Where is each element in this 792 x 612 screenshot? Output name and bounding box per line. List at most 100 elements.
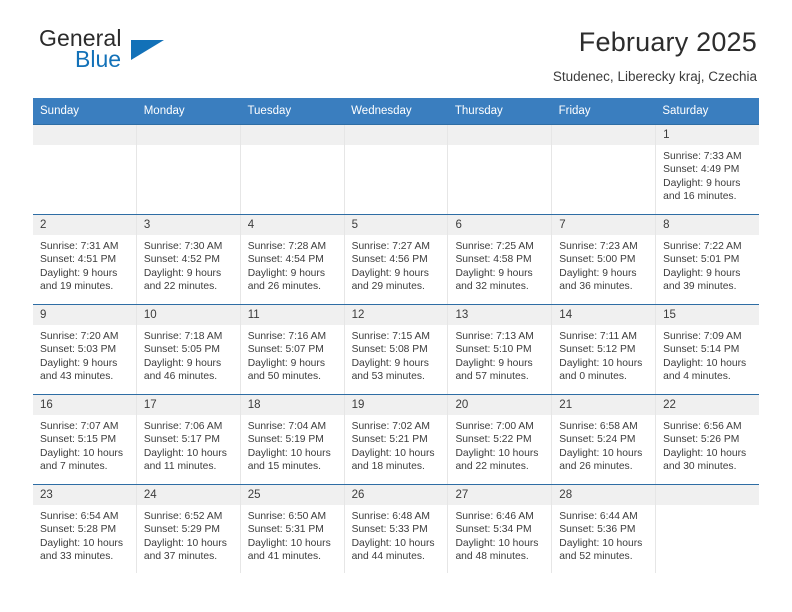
day-number: 8 <box>656 215 760 235</box>
sunrise-text: Sunrise: 7:15 AM <box>351 331 430 342</box>
day-number: 23 <box>33 485 136 505</box>
dow-sunday: Sunday <box>40 105 80 117</box>
day-number <box>552 125 656 145</box>
day-number: 26 <box>344 485 448 505</box>
calendar-day-cell[interactable]: 25 Sunrise: 6:50 AM Sunset: 5:31 PM Dayligh… <box>239 485 344 573</box>
sunrise-text: Sunrise: 6:54 AM <box>40 511 119 522</box>
daylight-text-line1: Daylight: 10 hours <box>143 537 227 549</box>
calendar-day-cell[interactable]: 4 Sunrise: 7:28 AM Sunset: 4:54 PM Daylight… <box>239 215 344 304</box>
calendar-day-cell-empty <box>135 125 240 214</box>
daylight-text-line1: Daylight: 10 hours <box>40 537 123 549</box>
daylight-text-line2: and 46 minutes. <box>143 371 218 383</box>
sunrise-text: Sunrise: 6:46 AM <box>455 511 534 522</box>
calendar-day-cell[interactable]: 8 Sunrise: 7:22 AM Sunset: 5:01 PM Daylight… <box>655 215 760 304</box>
sunrise-text: Sunrise: 7:33 AM <box>663 151 742 162</box>
calendar-day-cell[interactable]: 19 Sunrise: 7:02 AM Sunset: 5:21 PM Dayligh… <box>343 395 448 484</box>
calendar-day-cell[interactable]: 10 Sunrise: 7:18 AM Sunset: 5:05 PM Dayligh… <box>135 305 240 394</box>
sunset-text: Sunset: 4:51 PM <box>40 254 117 266</box>
calendar-day-cell[interactable]: 12 Sunrise: 7:15 AM Sunset: 5:08 PM Dayligh… <box>343 305 448 394</box>
dow-monday: Monday <box>143 105 185 117</box>
daylight-text-line1: Daylight: 10 hours <box>247 537 331 549</box>
sunset-text: Sunset: 5:36 PM <box>559 524 636 536</box>
dow-thursday: Thursday <box>454 105 503 117</box>
sunrise-text: Sunrise: 7:28 AM <box>247 241 327 252</box>
sunset-text: Sunset: 5:00 PM <box>559 254 636 266</box>
sunrise-text: Sunrise: 7:22 AM <box>663 241 742 252</box>
day-number: 10 <box>136 305 240 325</box>
calendar-day-cell[interactable]: 21 Sunrise: 6:58 AM Sunset: 5:24 PM Dayligh… <box>551 395 656 484</box>
sunrise-text: Sunrise: 6:48 AM <box>351 511 430 522</box>
day-details: Sunrise: 7:15 AM Sunset: 5:08 PM Daylight:… <box>345 325 448 384</box>
daylight-text-line1: Daylight: 9 hours <box>663 177 741 189</box>
day-number <box>136 125 240 145</box>
daylight-text-line1: Daylight: 10 hours <box>40 447 123 459</box>
day-number: 11 <box>240 305 344 325</box>
day-number: 25 <box>240 485 344 505</box>
sunrise-text: Sunrise: 7:13 AM <box>455 331 534 342</box>
calendar-body: 1 Sunrise: 7:33 AM Sunset: 4:49 PM Daylight… <box>33 124 760 574</box>
calendar-day-cell[interactable]: 1 Sunrise: 7:33 AM Sunset: 4:49 PM Daylight… <box>655 125 760 214</box>
calendar-day-cell[interactable]: 20 Sunrise: 7:00 AM Sunset: 5:22 PM Dayligh… <box>447 395 552 484</box>
calendar-day-cell[interactable]: 7 Sunrise: 7:23 AM Sunset: 5:00 PM Daylight… <box>551 215 656 304</box>
day-details: Sunrise: 7:09 AM Sunset: 5:14 PM Daylight:… <box>656 325 759 384</box>
calendar-day-cell-empty <box>551 125 656 214</box>
day-details: Sunrise: 6:58 AM Sunset: 5:24 PM Daylight:… <box>552 415 655 474</box>
calendar-table: Sunday Monday Tuesday Wednesday Thursday… <box>33 98 760 574</box>
sunrise-text: Sunrise: 7:06 AM <box>143 421 223 432</box>
logo-triangle-icon <box>131 40 164 60</box>
calendar-day-cell[interactable]: 11 Sunrise: 7:16 AM Sunset: 5:07 PM Dayligh… <box>239 305 344 394</box>
sunrise-text: Sunrise: 7:30 AM <box>143 241 223 252</box>
dow-saturday: Saturday <box>662 105 709 117</box>
day-details: Sunrise: 7:13 AM Sunset: 5:10 PM Daylight:… <box>448 325 551 384</box>
calendar-week-row: 2 Sunrise: 7:31 AM Sunset: 4:51 PM Daylight… <box>33 214 760 304</box>
calendar-day-cell-empty <box>447 125 552 214</box>
daylight-text-line2: and 37 minutes. <box>143 551 218 563</box>
daylight-text-line2: and 57 minutes. <box>455 371 529 383</box>
day-number: 14 <box>552 305 656 325</box>
calendar-day-cell[interactable]: 17 Sunrise: 7:06 AM Sunset: 5:17 PM Dayligh… <box>135 395 240 484</box>
sunrise-text: Sunrise: 7:27 AM <box>351 241 430 252</box>
calendar-day-cell[interactable]: 26 Sunrise: 6:48 AM Sunset: 5:33 PM Dayligh… <box>343 485 448 573</box>
sunset-text: Sunset: 5:14 PM <box>663 344 740 356</box>
day-details: Sunrise: 7:30 AM Sunset: 4:52 PM Daylight:… <box>137 235 240 294</box>
location-subtitle: Studenec, Liberecky kraj, Czechia <box>552 69 757 84</box>
daylight-text-line1: Daylight: 9 hours <box>40 267 118 279</box>
daylight-text-line2: and 39 minutes. <box>663 281 737 293</box>
general-blue-logo[interactable]: General Blue <box>33 26 183 82</box>
sunset-text: Sunset: 5:10 PM <box>455 344 532 356</box>
daylight-text-line2: and 26 minutes. <box>559 461 633 473</box>
sunrise-text: Sunrise: 7:31 AM <box>40 241 119 252</box>
calendar-day-cell[interactable]: 2 Sunrise: 7:31 AM Sunset: 4:51 PM Daylight… <box>33 215 136 304</box>
calendar-day-cell[interactable]: 18 Sunrise: 7:04 AM Sunset: 5:19 PM Dayligh… <box>239 395 344 484</box>
sunset-text: Sunset: 4:52 PM <box>143 254 220 266</box>
sunrise-text: Sunrise: 7:09 AM <box>663 331 742 342</box>
calendar-day-cell[interactable]: 5 Sunrise: 7:27 AM Sunset: 4:56 PM Daylight… <box>343 215 448 304</box>
calendar-day-cell[interactable]: 22 Sunrise: 6:56 AM Sunset: 5:26 PM Dayligh… <box>655 395 760 484</box>
calendar-day-cell[interactable]: 28 Sunrise: 6:44 AM Sunset: 5:36 PM Dayligh… <box>551 485 656 573</box>
daylight-text-line1: Daylight: 9 hours <box>455 267 533 279</box>
calendar-day-cell[interactable]: 9 Sunrise: 7:20 AM Sunset: 5:03 PM Daylight… <box>33 305 136 394</box>
day-number: 9 <box>33 305 136 325</box>
day-details: Sunrise: 7:11 AM Sunset: 5:12 PM Daylight:… <box>552 325 655 384</box>
calendar-day-cell[interactable]: 23 Sunrise: 6:54 AM Sunset: 5:28 PM Dayligh… <box>33 485 136 573</box>
daylight-text-line1: Daylight: 10 hours <box>247 447 331 459</box>
calendar-day-cell[interactable]: 13 Sunrise: 7:13 AM Sunset: 5:10 PM Dayligh… <box>447 305 552 394</box>
calendar-day-cell[interactable]: 14 Sunrise: 7:11 AM Sunset: 5:12 PM Dayligh… <box>551 305 656 394</box>
page-title: February 2025 <box>578 27 757 57</box>
sunrise-text: Sunrise: 7:16 AM <box>247 331 327 342</box>
calendar-day-cell[interactable]: 3 Sunrise: 7:30 AM Sunset: 4:52 PM Daylight… <box>135 215 240 304</box>
sunset-text: Sunset: 4:49 PM <box>663 164 740 176</box>
calendar-day-cell[interactable]: 6 Sunrise: 7:25 AM Sunset: 4:58 PM Daylight… <box>447 215 552 304</box>
calendar-day-cell[interactable]: 15 Sunrise: 7:09 AM Sunset: 5:14 PM Dayligh… <box>655 305 760 394</box>
sunset-text: Sunset: 5:28 PM <box>40 524 117 536</box>
dow-wednesday: Wednesday <box>351 105 412 117</box>
calendar-day-cell[interactable]: 16 Sunrise: 7:07 AM Sunset: 5:15 PM Dayligh… <box>33 395 136 484</box>
day-number <box>448 125 552 145</box>
calendar-day-cell[interactable]: 24 Sunrise: 6:52 AM Sunset: 5:29 PM Dayligh… <box>135 485 240 573</box>
daylight-text-line1: Daylight: 9 hours <box>143 357 222 369</box>
daylight-text-line1: Daylight: 10 hours <box>559 537 643 549</box>
daylight-text-line2: and 26 minutes. <box>247 281 321 293</box>
calendar-day-cell[interactable]: 27 Sunrise: 6:46 AM Sunset: 5:34 PM Dayligh… <box>447 485 552 573</box>
daylight-text-line1: Daylight: 10 hours <box>559 447 643 459</box>
daylight-text-line1: Daylight: 10 hours <box>663 357 747 369</box>
